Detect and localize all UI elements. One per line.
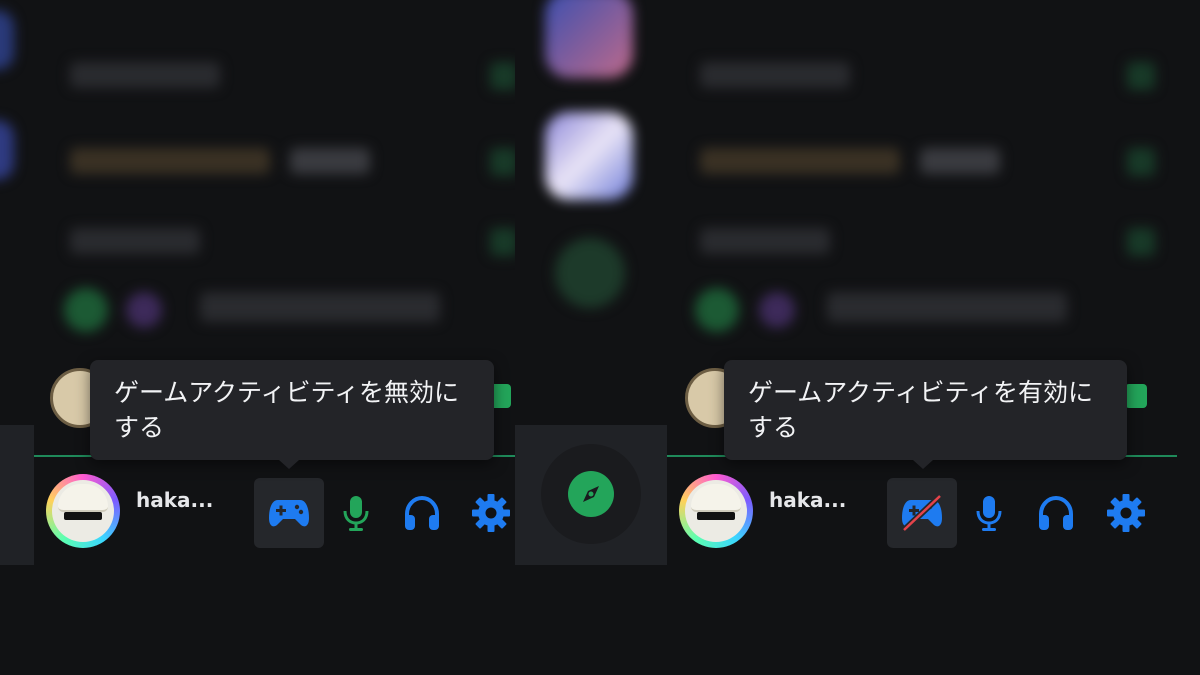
game-activity-button[interactable] xyxy=(254,478,324,548)
deafen-button[interactable] xyxy=(1036,493,1076,533)
user-panel: haka... xyxy=(667,458,1200,566)
left-panel: haka... ゲームアクティビティを無効にする xyxy=(0,0,515,675)
tooltip-arrow xyxy=(913,460,933,469)
tooltip: ゲームアクティビティを無効にする xyxy=(90,360,494,460)
avatar[interactable] xyxy=(46,474,120,548)
tooltip-text: ゲームアクティビティを無効にする xyxy=(114,378,460,442)
tooltip-arrow xyxy=(279,460,299,469)
blurred-channel-list xyxy=(0,0,515,675)
gamepad-off-icon xyxy=(901,494,943,532)
stream-icon xyxy=(1125,384,1147,408)
avatar[interactable] xyxy=(679,474,753,548)
settings-button[interactable] xyxy=(1106,493,1146,533)
server-rail xyxy=(515,0,667,675)
microphone-icon xyxy=(976,496,1002,531)
settings-button[interactable] xyxy=(471,493,511,533)
tooltip-text: ゲームアクティビティを有効にする xyxy=(748,378,1094,442)
gear-icon xyxy=(472,494,510,532)
gamepad-icon xyxy=(269,500,309,527)
game-activity-button[interactable] xyxy=(887,478,957,548)
tooltip: ゲームアクティビティを有効にする xyxy=(724,360,1127,460)
server-rail-edge xyxy=(0,425,34,565)
blurred-channel-list xyxy=(667,0,1200,675)
deafen-button[interactable] xyxy=(402,493,442,533)
blurred-server-icons xyxy=(515,0,667,675)
mute-button[interactable] xyxy=(969,493,1009,533)
compass-icon xyxy=(568,471,614,517)
microphone-icon xyxy=(343,496,369,531)
gear-icon xyxy=(1107,494,1145,532)
discover-button[interactable] xyxy=(541,444,641,544)
username[interactable]: haka... xyxy=(136,488,213,512)
headphones-icon xyxy=(1039,495,1073,530)
right-panel: haka... ゲームアクティビティを有効にする xyxy=(667,0,1200,675)
user-panel: haka... xyxy=(34,458,515,566)
headphones-icon xyxy=(405,495,439,530)
username[interactable]: haka... xyxy=(769,488,846,512)
mute-button[interactable] xyxy=(336,493,376,533)
